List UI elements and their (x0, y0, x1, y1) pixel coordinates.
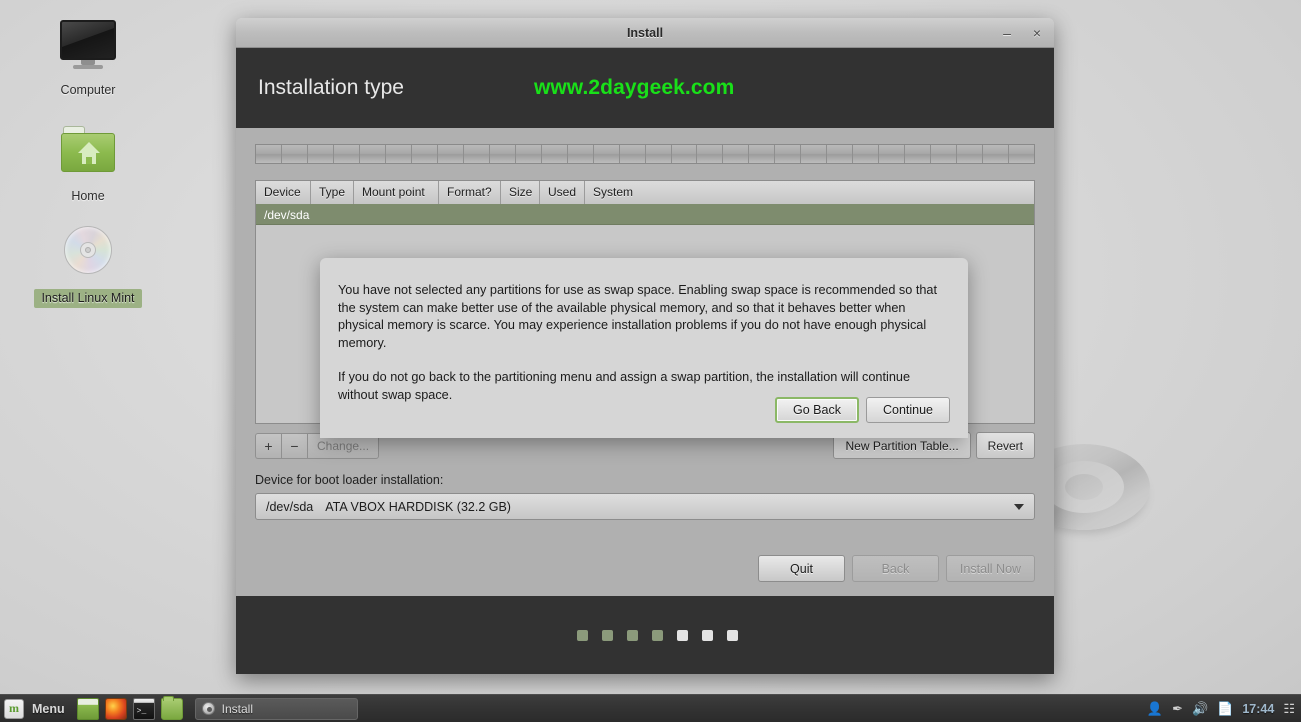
cd-icon (201, 702, 215, 715)
menu-button[interactable]: Menu (32, 702, 65, 716)
dialog-buttons: Go Back Continue (775, 397, 950, 423)
progress-dot (727, 629, 738, 641)
close-icon[interactable]: × (1028, 24, 1046, 42)
column-header-device[interactable]: Device (256, 181, 311, 204)
show-desktop-icon[interactable] (76, 697, 99, 720)
system-tray: 👤 ✒ 🔊 📄 17:44 ☷ (1147, 695, 1295, 722)
desktop-icon-computer[interactable]: Computer (28, 18, 148, 98)
window-titlebar: Install – × (236, 18, 1054, 48)
desktop-icon-label: Install Linux Mint (34, 289, 142, 308)
folder-home-icon (28, 126, 148, 184)
taskbar-left: m Menu >_ Install (0, 695, 358, 722)
window-controls: – × (998, 18, 1046, 48)
progress-dots (577, 629, 738, 641)
column-header-system[interactable]: System (585, 181, 1034, 204)
cd-icon (28, 226, 148, 284)
workspace-switcher-icon[interactable]: ☷ (1283, 702, 1295, 715)
firefox-icon[interactable] (104, 697, 127, 720)
progress-dot (577, 629, 588, 641)
bootloader-device-name: /dev/sda (266, 499, 314, 514)
desktop-icon-install-linux-mint[interactable]: Install Linux Mint (28, 222, 148, 308)
watermark-text: www.2daygeek.com (533, 76, 735, 99)
progress-dot (677, 629, 688, 641)
installer-header: Installation type www.2daygeek.com (236, 48, 1054, 128)
desktop-icon-label: Computer (60, 83, 116, 97)
progress-dot (652, 629, 663, 641)
desktop: Computer Home Install Linux Mint Install… (0, 0, 1301, 722)
chevron-down-icon (1014, 503, 1024, 510)
bootloader-device-description: ATA VBOX HARDDISK (32.2 GB) (325, 499, 511, 514)
mint-menu-icon[interactable]: m (4, 698, 24, 719)
go-back-button[interactable]: Go Back (775, 397, 859, 423)
progress-dot (702, 629, 713, 641)
partition-usage-bar[interactable] (255, 144, 1035, 164)
bootloader-device-select[interactable]: /dev/sda ATA VBOX HARDDISK (32.2 GB) (255, 493, 1035, 520)
volume-icon[interactable]: 🔊 (1192, 702, 1208, 715)
remove-partition-button[interactable]: − (281, 432, 307, 459)
column-header-format[interactable]: Format? (439, 181, 501, 204)
progress-dot (627, 629, 638, 641)
add-partition-button[interactable]: + (255, 432, 281, 459)
clock[interactable]: 17:44 (1242, 702, 1274, 716)
page-title: Installation type (258, 76, 404, 99)
revert-button[interactable]: Revert (975, 432, 1035, 459)
installer-footer (236, 596, 1054, 674)
battery-icon[interactable]: 📄 (1217, 702, 1233, 715)
partition-table-header: Device Type Mount point Format? Size Use… (256, 181, 1034, 204)
column-header-type[interactable]: Type (311, 181, 354, 204)
navigation-buttons: Quit Back Install Now (758, 555, 1035, 582)
minimize-icon[interactable]: – (998, 24, 1016, 42)
table-row[interactable]: /dev/sda (256, 204, 1034, 225)
file-manager-icon[interactable] (160, 695, 183, 720)
install-now-button: Install Now (946, 555, 1035, 582)
desktop-icon-label: Home (71, 189, 105, 203)
back-button: Back (852, 555, 939, 582)
quit-button[interactable]: Quit (758, 555, 845, 582)
dialog-paragraph-1: You have not selected any partitions for… (338, 283, 938, 350)
user-icon[interactable]: 👤 (1147, 702, 1163, 715)
column-header-used[interactable]: Used (540, 181, 585, 204)
swap-warning-dialog: You have not selected any partitions for… (320, 258, 968, 438)
terminal-icon[interactable]: >_ (132, 697, 155, 720)
continue-button[interactable]: Continue (866, 397, 950, 423)
column-header-mount-point[interactable]: Mount point (354, 181, 439, 204)
column-header-size[interactable]: Size (501, 181, 540, 204)
taskbar: m Menu >_ Install 👤 ✒ 🔊 📄 17:44 ☷ (0, 694, 1301, 722)
monitor-icon (28, 20, 148, 78)
update-manager-icon[interactable]: ✒ (1172, 702, 1183, 715)
desktop-icon-home[interactable]: Home (28, 120, 148, 204)
bootloader-label: Device for boot loader installation: (255, 473, 444, 487)
taskbar-window-label: Install (221, 701, 253, 716)
taskbar-window-install[interactable]: Install (194, 697, 358, 720)
progress-dot (602, 629, 613, 641)
window-title: Install (626, 25, 664, 40)
